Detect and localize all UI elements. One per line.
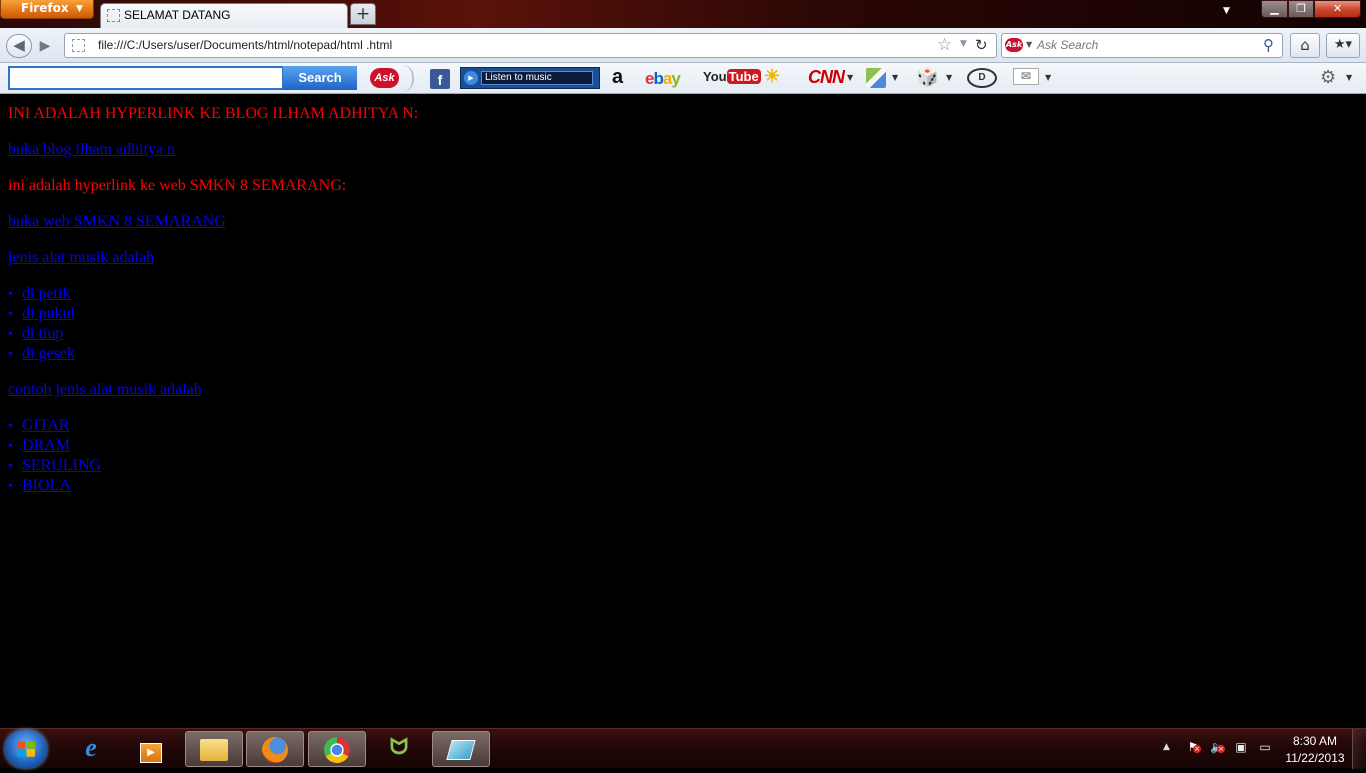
heading-blog: INI ADALAH HYPERLINK KE BLOG ILHAM ADHIT… bbox=[8, 105, 419, 122]
network-icon[interactable]: ▭ bbox=[1258, 740, 1272, 754]
volume-muted-icon[interactable]: 🔈× bbox=[1210, 740, 1225, 754]
power-icon[interactable]: ▣ bbox=[1234, 740, 1248, 754]
weather-icon[interactable]: ☀ bbox=[764, 66, 780, 87]
internet-explorer-icon[interactable]: e bbox=[62, 731, 120, 767]
list-all-tabs-icon[interactable]: ▼ bbox=[1223, 6, 1230, 16]
restore-button[interactable]: ❐ bbox=[1288, 0, 1314, 18]
list-item: • SERULING bbox=[8, 457, 102, 474]
tab-title: SELAMAT DATANG bbox=[124, 8, 231, 22]
maps-icon[interactable] bbox=[866, 68, 886, 88]
list-item-link[interactable]: DRAM bbox=[22, 437, 70, 454]
forward-button[interactable]: ▶ bbox=[34, 36, 56, 56]
instrument-example-list: • GITAR • DRAM • SERULING • BIOLA bbox=[8, 417, 101, 497]
show-hidden-icons[interactable]: ▲ bbox=[1163, 742, 1170, 752]
start-button[interactable] bbox=[5, 730, 47, 768]
close-button[interactable]: ✕ bbox=[1314, 0, 1361, 18]
list-item-link[interactable]: di gesek bbox=[22, 345, 75, 362]
page-identity-icon bbox=[72, 39, 85, 52]
list1-title-link[interactable]: jenis alat musik adalah bbox=[8, 249, 154, 266]
clock-date[interactable]: 11/22/2013 bbox=[1282, 751, 1348, 765]
ask-engine-icon[interactable]: Ask bbox=[1005, 38, 1023, 52]
youtube-icon[interactable]: You Tube bbox=[703, 69, 761, 84]
list-item-link[interactable]: SERULING bbox=[22, 457, 101, 474]
toolbar-divider bbox=[402, 65, 414, 92]
windows-logo-icon bbox=[17, 741, 35, 757]
taskbar: e ▶ ᗢ ▲ ⚑× 🔈× ▣ ▭ 8:30 AM 11/22/2013 bbox=[0, 728, 1366, 769]
list-item: • GITAR bbox=[8, 417, 70, 434]
action-center-icon[interactable]: ⚑× bbox=[1186, 740, 1201, 754]
ask-search-input[interactable] bbox=[8, 66, 284, 90]
games-icon[interactable]: 🎲 bbox=[916, 67, 938, 88]
search-bar[interactable]: Ask ▼ Ask Search ⚲ bbox=[1001, 33, 1283, 58]
list-item-link[interactable]: di pukul bbox=[22, 305, 75, 322]
music-player[interactable]: ▶ Listen to music bbox=[460, 67, 600, 89]
list-item: • DRAM bbox=[8, 437, 71, 454]
ask-toolbar: Search Ask f ▶ Listen to music a ebay Yo… bbox=[0, 63, 1366, 94]
show-desktop-button[interactable] bbox=[1352, 729, 1366, 769]
list-item: • BIOLA bbox=[8, 477, 71, 494]
chevron-down-icon: ▼ bbox=[76, 4, 83, 14]
play-icon[interactable]: ▶ bbox=[464, 71, 478, 85]
link-blog-container: buka blog ilham adhitya n bbox=[8, 141, 175, 159]
list-item: • di gesek bbox=[8, 345, 75, 362]
engine-dropdown-icon[interactable]: ▼ bbox=[1026, 40, 1032, 49]
list2-title-link[interactable]: contoh jenis alat musik adalah bbox=[8, 381, 202, 398]
search-placeholder[interactable]: Ask Search bbox=[1037, 38, 1098, 52]
heading-school: ini adalah hyperlink ke web SMKN 8 SEMAR… bbox=[8, 177, 347, 194]
list-item: • di pukul bbox=[8, 305, 75, 322]
facebook-icon[interactable]: f bbox=[430, 69, 450, 89]
list-item-link[interactable]: GITAR bbox=[22, 417, 70, 434]
page-icon bbox=[107, 9, 120, 22]
green-app-icon[interactable]: ᗢ bbox=[370, 731, 428, 767]
list-item: • di petik bbox=[8, 285, 71, 302]
link-blog[interactable]: buka blog ilham adhitya n bbox=[8, 141, 175, 158]
dictionary-icon[interactable]: D bbox=[967, 68, 997, 88]
mail-dropdown-icon[interactable]: ▼ bbox=[1045, 73, 1051, 82]
title-bar: Firefox ▼ SELAMAT DATANG + ▼ ▁ ❐ ✕ bbox=[0, 0, 1366, 28]
maps-dropdown-icon[interactable]: ▼ bbox=[892, 73, 898, 82]
instrument-type-list: • di petik • di pukul • di tiup • di gesek bbox=[8, 285, 75, 365]
bookmark-star-icon[interactable]: ☆ bbox=[937, 35, 952, 55]
list1-title-container: jenis alat musik adalah bbox=[8, 249, 154, 267]
reload-icon[interactable]: ↻ bbox=[975, 36, 988, 54]
windows-explorer-icon[interactable] bbox=[185, 731, 243, 767]
clock-time[interactable]: 8:30 AM bbox=[1282, 734, 1348, 748]
back-button[interactable]: ◀ bbox=[6, 34, 32, 58]
ask-search-button[interactable]: Search bbox=[283, 66, 357, 90]
navigation-bar: ◀ ▶ file:///C:/Users/user/Documents/html… bbox=[0, 28, 1366, 63]
home-button[interactable]: ⌂ bbox=[1290, 33, 1320, 58]
settings-icon[interactable]: ⚙ bbox=[1320, 67, 1336, 88]
list-item-link[interactable]: di petik bbox=[22, 285, 70, 302]
bookmarks-button[interactable]: ★▾ bbox=[1326, 33, 1360, 58]
cnn-icon[interactable]: CNN bbox=[808, 67, 845, 88]
ebay-icon[interactable]: ebay bbox=[645, 69, 681, 89]
list-item-link[interactable]: di tiup bbox=[22, 325, 63, 342]
music-label: Listen to music bbox=[481, 71, 593, 85]
minimize-button[interactable]: ▁ bbox=[1261, 0, 1288, 18]
firefox-menu-button[interactable]: Firefox ▼ bbox=[0, 0, 94, 19]
url-bar[interactable]: file:///C:/Users/user/Documents/html/not… bbox=[64, 33, 997, 58]
media-player-icon[interactable]: ▶ bbox=[122, 731, 180, 767]
blue-app-icon[interactable] bbox=[432, 731, 490, 767]
games-dropdown-icon[interactable]: ▼ bbox=[946, 73, 952, 82]
page-content: INI ADALAH HYPERLINK KE BLOG ILHAM ADHIT… bbox=[0, 94, 1366, 728]
history-dropdown-icon[interactable]: ▼ bbox=[960, 39, 967, 49]
tab-selamat-datang[interactable]: SELAMAT DATANG bbox=[100, 3, 348, 28]
url-text[interactable]: file:///C:/Users/user/Documents/html/not… bbox=[98, 38, 392, 52]
firefox-icon[interactable] bbox=[246, 731, 304, 767]
chrome-icon[interactable] bbox=[308, 731, 366, 767]
settings-dropdown-icon[interactable]: ▼ bbox=[1346, 73, 1352, 82]
cnn-dropdown-icon[interactable]: ▼ bbox=[847, 73, 853, 82]
list2-title-container: contoh jenis alat musik adalah bbox=[8, 381, 202, 399]
ask-logo[interactable]: Ask bbox=[370, 68, 399, 88]
new-tab-button[interactable]: + bbox=[350, 3, 376, 25]
mail-icon[interactable]: ✉ bbox=[1013, 68, 1039, 85]
link-school-container: buka web SMKN 8 SEMARANG bbox=[8, 213, 226, 231]
amazon-icon[interactable]: a bbox=[612, 66, 623, 89]
link-school[interactable]: buka web SMKN 8 SEMARANG bbox=[8, 213, 226, 230]
list-item: • di tiup bbox=[8, 325, 64, 342]
list-item-link[interactable]: BIOLA bbox=[22, 477, 71, 494]
search-icon[interactable]: ⚲ bbox=[1263, 36, 1274, 54]
